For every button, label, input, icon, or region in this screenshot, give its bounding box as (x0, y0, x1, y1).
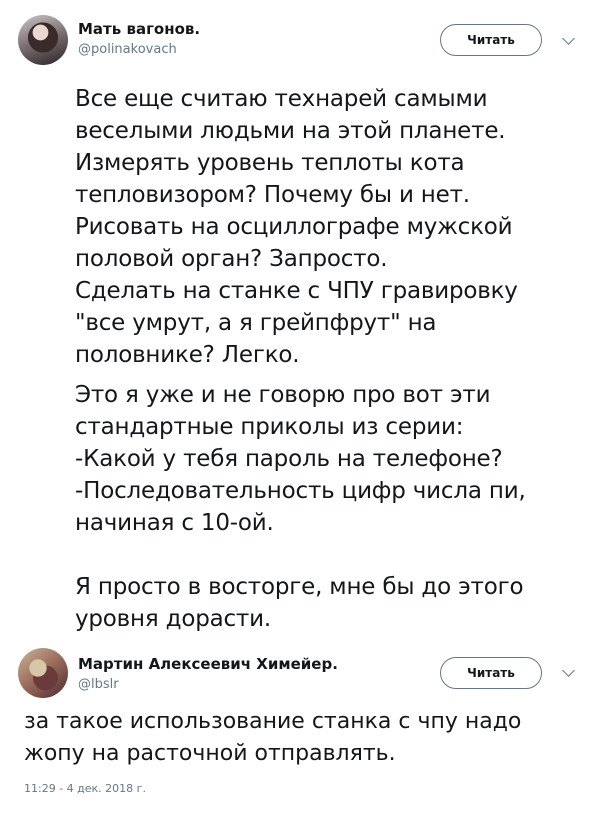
tweet-line: половой орган? Запросто. (75, 246, 388, 272)
chevron-down-icon[interactable] (562, 32, 575, 45)
tweet-line: -Какой у тебя пароль на телефоне? (75, 446, 503, 472)
follow-button[interactable]: Читать (440, 657, 542, 689)
tweet-line: -Последовательность цифр числа пи, (75, 478, 526, 504)
tweet-line: Измерять уровень теплоты кота (75, 150, 465, 176)
tweet-text: Все еще считаю технарей самыми веселыми … (75, 83, 526, 635)
tweet-line: уровня дорасти. (75, 606, 271, 632)
tweet-line: Это я уже и не говорю про вот эти (75, 382, 491, 408)
author-handle[interactable]: @lbslr (78, 677, 119, 692)
tweet-line: Все еще считаю технарей самыми (75, 86, 488, 112)
tweet-line: тепловизором? Почему бы и нет. (75, 182, 470, 208)
tweet-line: "все умрут, а я грейпфрут" на (75, 310, 437, 336)
tweet-line: начиная с 10-ой. (75, 510, 274, 536)
author-handle[interactable]: @polinakovach (78, 42, 177, 57)
tweet-line: Сделать на станке с ЧПУ гравировку (75, 278, 518, 304)
tweet-line: веселыми людьми на этой планете. (75, 118, 506, 144)
follow-button[interactable]: Читать (440, 24, 542, 56)
avatar[interactable] (18, 15, 68, 65)
tweet-line: Я просто в восторге, мне бы до этого (75, 574, 524, 600)
reply-line: жопу на расточной отправлять. (24, 741, 396, 766)
timestamp[interactable]: 11:29 - 4 дек. 2018 г. (24, 782, 146, 795)
author-name[interactable]: Мать вагонов. (78, 20, 200, 38)
avatar[interactable] (18, 648, 68, 698)
tweet-line: половнике? Легко. (75, 342, 300, 368)
tweet-line: стандартные приколы из серии: (75, 414, 464, 440)
tweet-line: Рисовать на осциллографе мужской (75, 214, 513, 240)
reply-text: за такое использование станка с чпу надо… (24, 706, 521, 770)
author-name[interactable]: Мартин Алексеевич Химейер. (78, 655, 338, 673)
reply-line: за такое использование станка с чпу надо (24, 709, 522, 734)
chevron-down-icon[interactable] (562, 664, 575, 677)
